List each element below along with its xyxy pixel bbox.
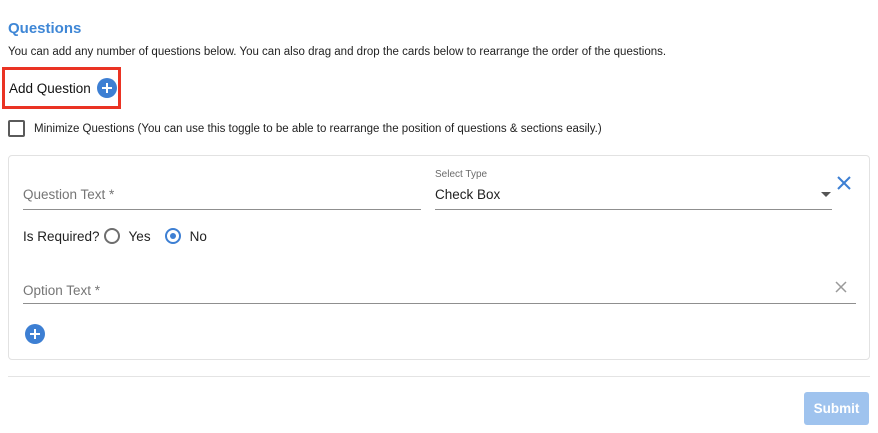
- minimize-questions-label: Minimize Questions (You can use this tog…: [34, 122, 602, 135]
- radio-yes[interactable]: [103, 228, 120, 244]
- radio-yes-label: Yes: [128, 228, 151, 244]
- plus-icon: [30, 329, 40, 339]
- is-required-group: Is Required? Yes No: [23, 228, 207, 244]
- submit-button[interactable]: Submit: [804, 392, 869, 425]
- question-text-placeholder: Question Text *: [23, 187, 115, 202]
- dropdown-arrow-icon[interactable]: [821, 192, 831, 197]
- question-text-input[interactable]: Question Text *: [23, 184, 421, 210]
- option-text-input[interactable]: Option Text *: [23, 278, 856, 304]
- section-description: You can add any number of questions belo…: [8, 46, 667, 58]
- radio-no[interactable]: [164, 228, 181, 244]
- plus-circle-icon[interactable]: [96, 78, 117, 98]
- section-title: Questions: [8, 20, 82, 37]
- add-question-label: Add Question: [9, 80, 91, 96]
- divider: [8, 376, 870, 377]
- select-type-label: Select Type: [435, 169, 488, 180]
- close-icon[interactable]: [835, 174, 853, 192]
- option-text-placeholder: Option Text *: [23, 283, 101, 298]
- add-question-button[interactable]: Add Question: [2, 67, 121, 109]
- select-type-dropdown[interactable]: Select Type Check Box: [435, 168, 832, 210]
- minimize-questions-checkbox[interactable]: [8, 120, 25, 137]
- add-option-button[interactable]: [25, 324, 45, 344]
- clear-option-icon[interactable]: [834, 280, 848, 294]
- select-type-value: Check Box: [435, 187, 501, 202]
- minimize-questions-row: Minimize Questions (You can use this tog…: [8, 120, 602, 137]
- radio-no-label: No: [189, 228, 207, 244]
- radio-option-yes[interactable]: Yes: [103, 228, 151, 244]
- radio-option-no[interactable]: No: [164, 228, 207, 244]
- is-required-label: Is Required?: [23, 228, 100, 244]
